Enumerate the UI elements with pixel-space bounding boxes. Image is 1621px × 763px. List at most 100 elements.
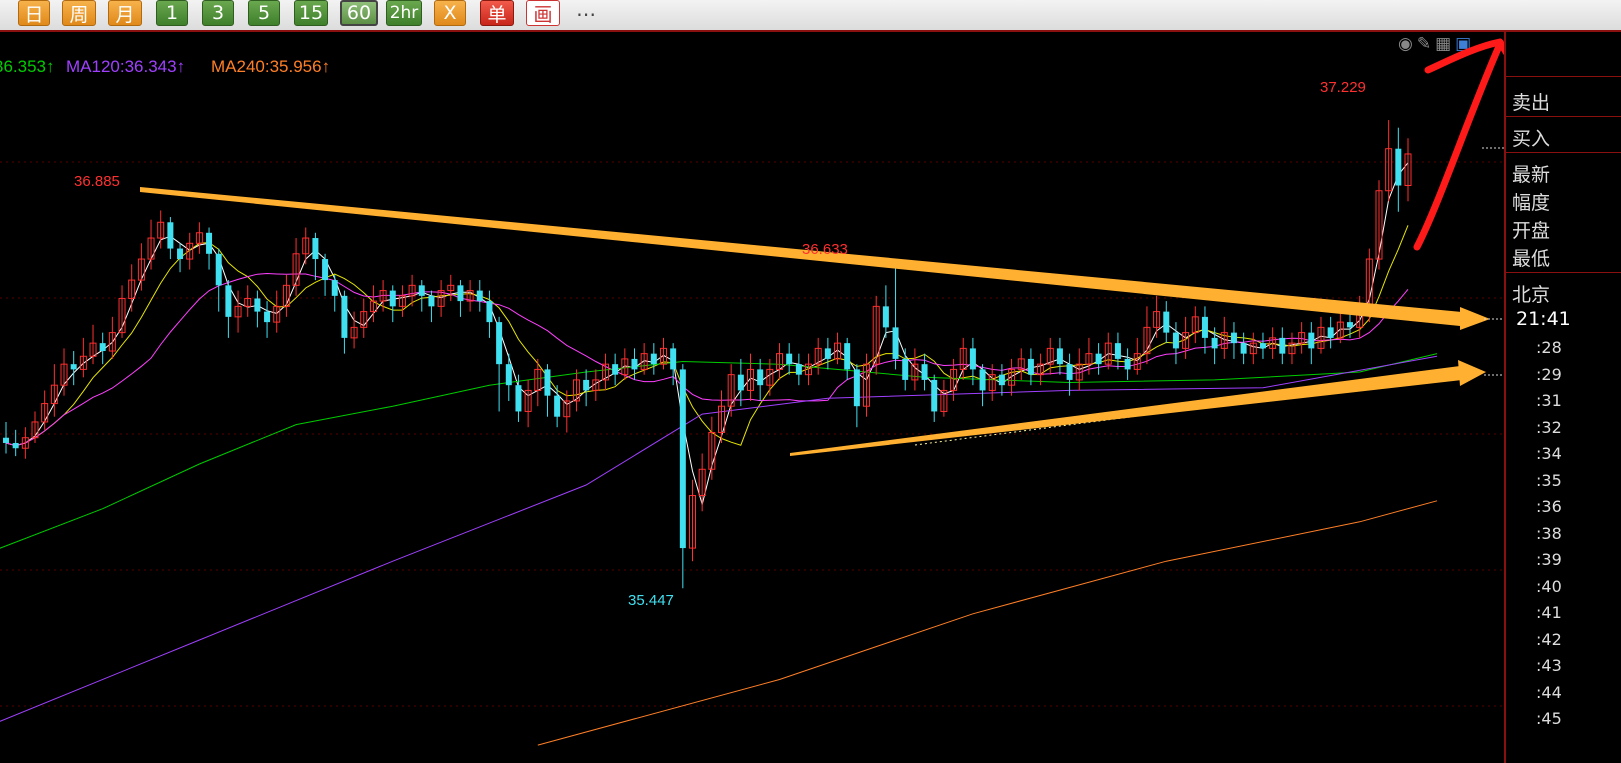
candle-body [1056, 348, 1063, 365]
resistance-arrow-shaft [140, 187, 1462, 326]
candle-body [554, 395, 561, 417]
candle-body [1279, 337, 1286, 354]
candle-body [795, 364, 802, 375]
time-tick: :31 [1536, 391, 1562, 410]
support-arrow-shaft [790, 366, 1462, 456]
candle-body [612, 364, 619, 375]
candle-body [264, 311, 271, 323]
candle-body [331, 280, 338, 296]
candle-body [12, 442, 19, 449]
candle-body [1066, 364, 1073, 380]
buy-label[interactable]: 买入 [1512, 124, 1550, 151]
candle-body [892, 327, 899, 359]
candle-body [1027, 358, 1034, 375]
city-label: 北京 [1512, 284, 1551, 306]
candle-body [786, 353, 793, 365]
candle-body [979, 369, 986, 391]
ma240-legend: MA240:35.956↑ [211, 57, 330, 76]
period-toolbar: 日 周 月 1 3 5 15 60 2hr X 单 画 ⋯ [0, 0, 1621, 32]
period-2hr-button[interactable]: 2hr [386, 0, 422, 26]
draw-button[interactable]: 画 [526, 0, 560, 26]
time-tick: :34 [1536, 444, 1562, 463]
candle-body [1201, 316, 1208, 338]
time-tick: :35 [1536, 470, 1562, 490]
period-3min-button[interactable]: 3 [202, 0, 234, 26]
ma5-line [5, 162, 1409, 507]
high-left-label: 36.885 [74, 173, 120, 190]
period-day-button[interactable]: 日 [18, 0, 50, 26]
current-time: 21:41 [1516, 308, 1571, 330]
quote-panel: 卖出 买入 最新 幅度 开盘 最低 北京 21:41 :28:29:31:32:… [1504, 32, 1621, 763]
order-button[interactable]: 单 [480, 0, 514, 26]
candle-body [902, 358, 909, 380]
candle-body [824, 348, 831, 359]
candle-body [1346, 322, 1353, 328]
candle-body [389, 290, 396, 307]
candle-body [167, 222, 174, 249]
candle-body [931, 379, 938, 412]
mid-high-label: 36.633 [802, 241, 848, 258]
candle-body [1240, 343, 1247, 354]
candle-body [254, 298, 261, 312]
time-tick: :41 [1536, 603, 1562, 622]
period-week-button[interactable]: 周 [62, 0, 96, 26]
period-60min-button[interactable]: 60 [340, 0, 378, 26]
candle-body [650, 353, 657, 365]
ma60-legend: 36.353↑ [0, 57, 55, 76]
candle-body [844, 343, 851, 370]
candle-body [583, 379, 590, 391]
candle-body [3, 437, 9, 443]
ma120-legend: MA120:36.343↑ [66, 57, 185, 76]
candle-body [1259, 343, 1266, 349]
candle-body [225, 285, 232, 317]
time-tick: :39 [1536, 550, 1562, 569]
candle-body [457, 285, 464, 302]
time-tick: :28 [1536, 338, 1562, 357]
candle-body [70, 364, 77, 370]
candle-body [1395, 148, 1402, 186]
candle-body [853, 369, 860, 407]
time-tick: :45 [1536, 709, 1562, 728]
candle-body [679, 369, 686, 549]
candle-body [99, 343, 106, 352]
time-tick: :36 [1536, 497, 1562, 516]
candle-body [418, 285, 425, 296]
candle-body [1308, 332, 1315, 349]
candle-body [1230, 332, 1237, 344]
candle-body [969, 348, 976, 370]
candle-body [206, 232, 213, 254]
candle-body [215, 253, 222, 286]
time-tick: :38 [1536, 523, 1562, 543]
x-button[interactable]: X [434, 0, 466, 26]
candle-body [1211, 337, 1218, 349]
lowest-label: 最低 [1512, 248, 1551, 270]
candle-body [341, 295, 348, 338]
candles [3, 120, 1412, 589]
candle-body [631, 358, 638, 370]
candle-body [486, 301, 493, 323]
candle-body [1327, 327, 1334, 338]
period-1min-button[interactable]: 1 [156, 0, 188, 26]
candle-body [882, 306, 889, 328]
candle-body [670, 348, 677, 370]
sell-label[interactable]: 卖出 [1512, 88, 1550, 115]
candle-body [737, 374, 744, 391]
candle-body [505, 364, 512, 386]
candle-body [1172, 332, 1179, 349]
high-right-label: 37.229 [1320, 79, 1366, 96]
more-icon[interactable]: ⋯ [576, 2, 598, 26]
candle-body [1124, 358, 1131, 370]
candlestick-chart[interactable]: 36.353↑ MA120:36.343↑ MA240:35.956↑ 36.8… [0, 32, 1504, 763]
period-month-button[interactable]: 月 [108, 0, 142, 26]
ma240-line [537, 500, 1438, 746]
time-tick: :43 [1536, 656, 1562, 675]
candle-body [496, 322, 503, 365]
period-15min-button[interactable]: 15 [294, 0, 328, 26]
range-label: 幅度 [1512, 192, 1551, 214]
low-label: 35.447 [628, 592, 674, 609]
candle-body [312, 238, 319, 260]
candle-body [998, 374, 1005, 386]
candle-body [1095, 353, 1102, 365]
time-tick: :32 [1536, 417, 1562, 437]
period-5min-button[interactable]: 5 [248, 0, 280, 26]
